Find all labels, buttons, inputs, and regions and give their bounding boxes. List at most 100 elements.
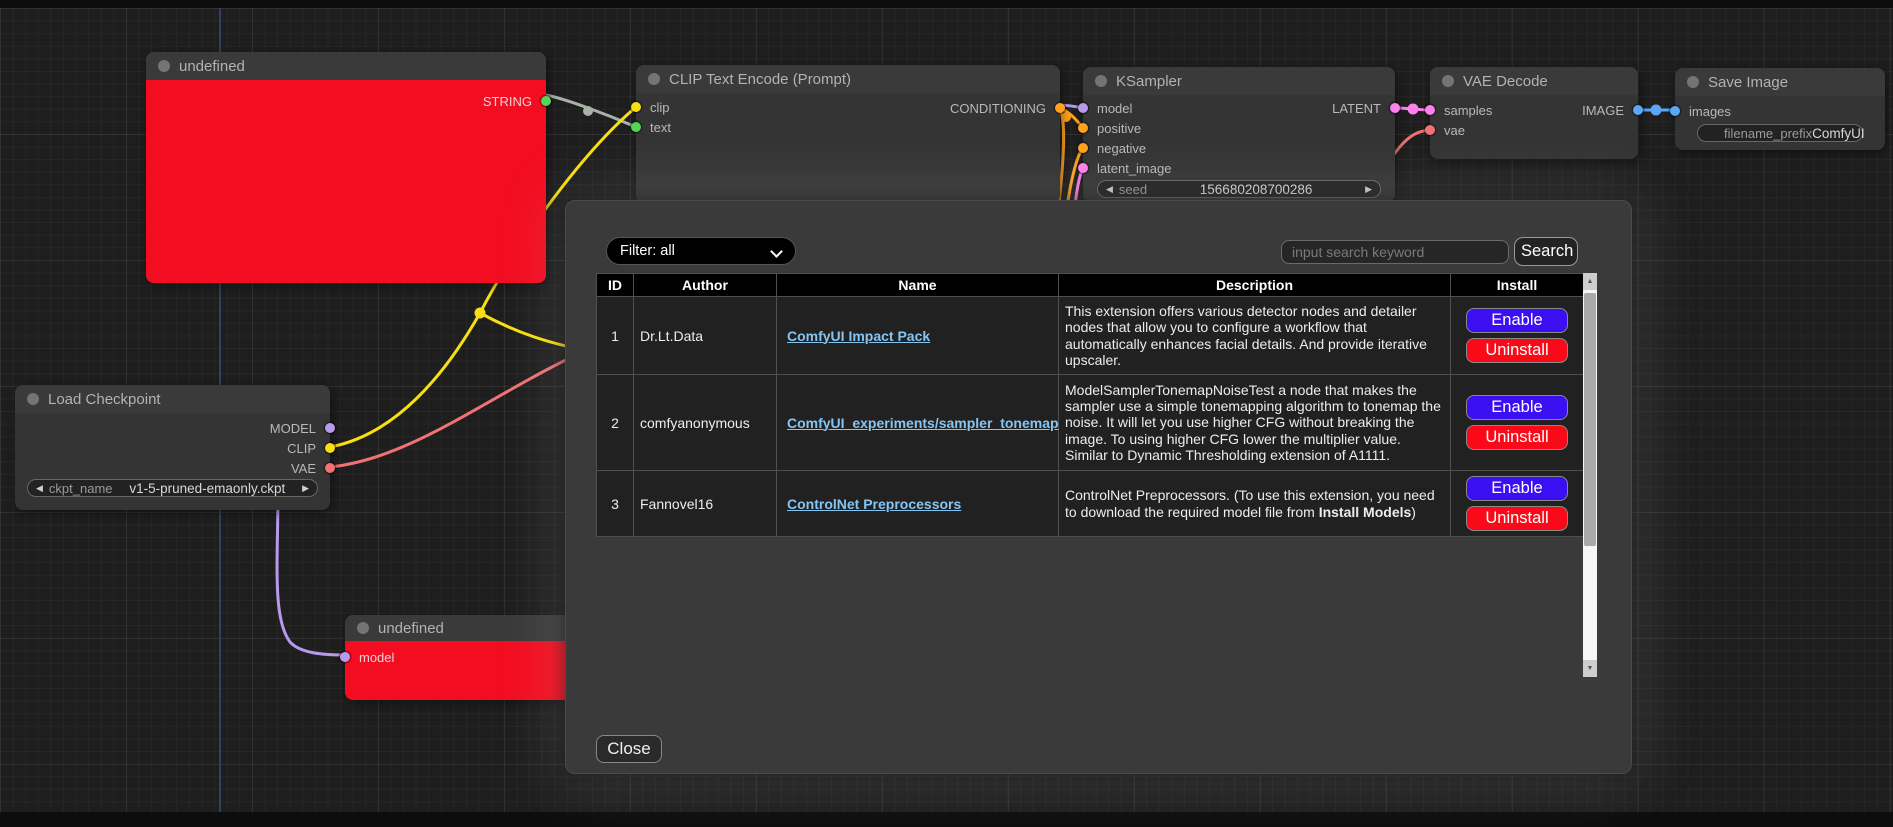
increment-arrow-icon[interactable]: ▶ xyxy=(302,484,309,493)
collapse-dot-icon[interactable] xyxy=(158,60,170,72)
output-slot-latent[interactable]: LATENT xyxy=(1332,100,1395,116)
table-row: 2 comfyanonymous ComfyUI_experiments/sam… xyxy=(597,375,1584,471)
node-title-bar[interactable]: Save Image xyxy=(1675,68,1885,96)
cell-author: comfyanonymous xyxy=(634,375,777,471)
output-port-string[interactable] xyxy=(541,96,551,106)
node-title-bar[interactable]: undefined xyxy=(345,615,577,641)
node-undefined-bottom[interactable]: undefined model xyxy=(345,615,577,700)
enable-button[interactable]: Enable xyxy=(1466,308,1568,333)
output-slot-vae[interactable]: VAE xyxy=(291,460,330,476)
wire-dot-image xyxy=(1651,105,1662,116)
input-port-text[interactable] xyxy=(631,122,641,132)
slot-label: MODEL xyxy=(270,421,316,436)
uninstall-button[interactable]: Uninstall xyxy=(1466,338,1568,363)
input-port-positive[interactable] xyxy=(1078,123,1088,133)
ckpt-name-widget[interactable]: ◀ ckpt_name v1-5-pruned-emaonly.ckpt ▶ xyxy=(27,479,318,497)
collapse-dot-icon[interactable] xyxy=(1442,75,1454,87)
widget-name: seed xyxy=(1119,182,1147,197)
enable-button[interactable]: Enable xyxy=(1466,476,1568,501)
input-port-samples[interactable] xyxy=(1425,105,1435,115)
node-title-bar[interactable]: KSampler xyxy=(1083,67,1395,95)
uninstall-button[interactable]: Uninstall xyxy=(1466,425,1568,450)
output-port-image[interactable] xyxy=(1633,105,1643,115)
node-title: CLIP Text Encode (Prompt) xyxy=(669,71,851,88)
description-text: ) xyxy=(1411,504,1416,520)
collapse-dot-icon[interactable] xyxy=(1095,75,1107,87)
collapse-dot-icon[interactable] xyxy=(648,73,660,85)
extension-link[interactable]: ComfyUI Impact Pack xyxy=(787,328,930,344)
output-slot-model[interactable]: MODEL xyxy=(270,420,330,436)
collapse-dot-icon[interactable] xyxy=(27,393,39,405)
cell-id: 2 xyxy=(597,375,634,471)
uninstall-button[interactable]: Uninstall xyxy=(1466,506,1568,531)
slot-label: vae xyxy=(1444,123,1465,138)
node-title: Load Checkpoint xyxy=(48,391,161,408)
input-port-negative[interactable] xyxy=(1078,143,1088,153)
filename-prefix-widget[interactable]: filename_prefix ComfyUI xyxy=(1697,124,1863,142)
input-slot-latent-image[interactable]: latent_image xyxy=(1083,160,1171,176)
increment-arrow-icon[interactable]: ▶ xyxy=(1365,185,1372,194)
node-save-image[interactable]: Save Image images filename_prefix ComfyU… xyxy=(1675,68,1885,150)
input-slot-model[interactable]: model xyxy=(1083,100,1132,116)
input-slot-images[interactable]: images xyxy=(1675,103,1731,119)
node-title: undefined xyxy=(179,58,245,75)
slot-label: STRING xyxy=(483,94,532,109)
extension-link[interactable]: ControlNet Preprocessors xyxy=(787,496,961,512)
search-button[interactable]: Search xyxy=(1514,237,1578,266)
output-slot-string[interactable]: STRING xyxy=(483,93,546,109)
enable-button[interactable]: Enable xyxy=(1466,395,1568,420)
input-port-model[interactable] xyxy=(340,652,350,662)
seed-widget[interactable]: ◀ seed 156680208700286 ▶ xyxy=(1097,180,1381,198)
output-port-conditioning[interactable] xyxy=(1055,103,1065,113)
table-scrollbar[interactable]: ▲ ▼ xyxy=(1583,273,1597,677)
node-clip-text-encode[interactable]: CLIP Text Encode (Prompt) clip text COND… xyxy=(636,65,1060,203)
node-title-bar[interactable]: CLIP Text Encode (Prompt) xyxy=(636,65,1060,93)
input-port-latent-image[interactable] xyxy=(1078,163,1088,173)
input-slot-negative[interactable]: negative xyxy=(1083,140,1146,156)
input-port-vae[interactable] xyxy=(1425,125,1435,135)
search-input[interactable] xyxy=(1281,240,1509,264)
extension-link[interactable]: ComfyUI_experiments/sampler_tonemap xyxy=(787,415,1059,431)
collapse-dot-icon[interactable] xyxy=(1687,76,1699,88)
input-slot-samples[interactable]: samples xyxy=(1430,102,1492,118)
input-port-images[interactable] xyxy=(1670,106,1680,116)
close-button[interactable]: Close xyxy=(596,735,662,763)
node-title-bar[interactable]: Load Checkpoint xyxy=(15,385,330,413)
scroll-down-icon[interactable]: ▼ xyxy=(1583,660,1597,677)
node-title: KSampler xyxy=(1116,73,1182,90)
output-slot-conditioning[interactable]: CONDITIONING xyxy=(950,100,1060,116)
node-ksampler[interactable]: KSampler model positive negative latent_… xyxy=(1083,67,1395,202)
input-slot-vae[interactable]: vae xyxy=(1430,122,1465,138)
output-port-vae[interactable] xyxy=(325,463,335,473)
input-port-model[interactable] xyxy=(1078,103,1088,113)
slot-label: positive xyxy=(1097,121,1141,136)
collapse-dot-icon[interactable] xyxy=(357,622,369,634)
scrollbar-thumb[interactable] xyxy=(1584,293,1596,546)
input-slot-positive[interactable]: positive xyxy=(1083,120,1141,136)
output-port-model[interactable] xyxy=(325,423,335,433)
scroll-up-icon[interactable]: ▲ xyxy=(1583,273,1597,290)
slot-label: model xyxy=(359,650,394,665)
input-slot-model[interactable]: model xyxy=(345,649,394,665)
output-port-latent[interactable] xyxy=(1390,103,1400,113)
node-undefined-top[interactable]: undefined STRING xyxy=(146,52,546,283)
node-load-checkpoint[interactable]: Load Checkpoint MODEL CLIP VAE ◀ ckpt_na… xyxy=(15,385,330,510)
input-slot-clip[interactable]: clip xyxy=(636,99,670,115)
slot-label: text xyxy=(650,120,671,135)
decrement-arrow-icon[interactable]: ◀ xyxy=(1106,185,1113,194)
output-slot-clip[interactable]: CLIP xyxy=(287,440,330,456)
node-title-bar[interactable]: VAE Decode xyxy=(1430,67,1638,95)
output-port-clip[interactable] xyxy=(325,443,335,453)
input-slot-text[interactable]: text xyxy=(636,119,671,135)
cell-author: Fannovel16 xyxy=(634,471,777,537)
filter-select[interactable]: Filter: all xyxy=(606,237,796,265)
node-title-bar[interactable]: undefined xyxy=(146,52,546,80)
node-title: undefined xyxy=(378,620,444,637)
col-header-name: Name xyxy=(777,274,1059,297)
wire-dot-clip xyxy=(475,308,486,319)
output-slot-image[interactable]: IMAGE xyxy=(1582,102,1638,118)
node-vae-decode[interactable]: VAE Decode samples vae IMAGE xyxy=(1430,67,1638,159)
input-port-clip[interactable] xyxy=(631,102,641,112)
decrement-arrow-icon[interactable]: ◀ xyxy=(36,484,43,493)
cell-author: Dr.Lt.Data xyxy=(634,297,777,375)
